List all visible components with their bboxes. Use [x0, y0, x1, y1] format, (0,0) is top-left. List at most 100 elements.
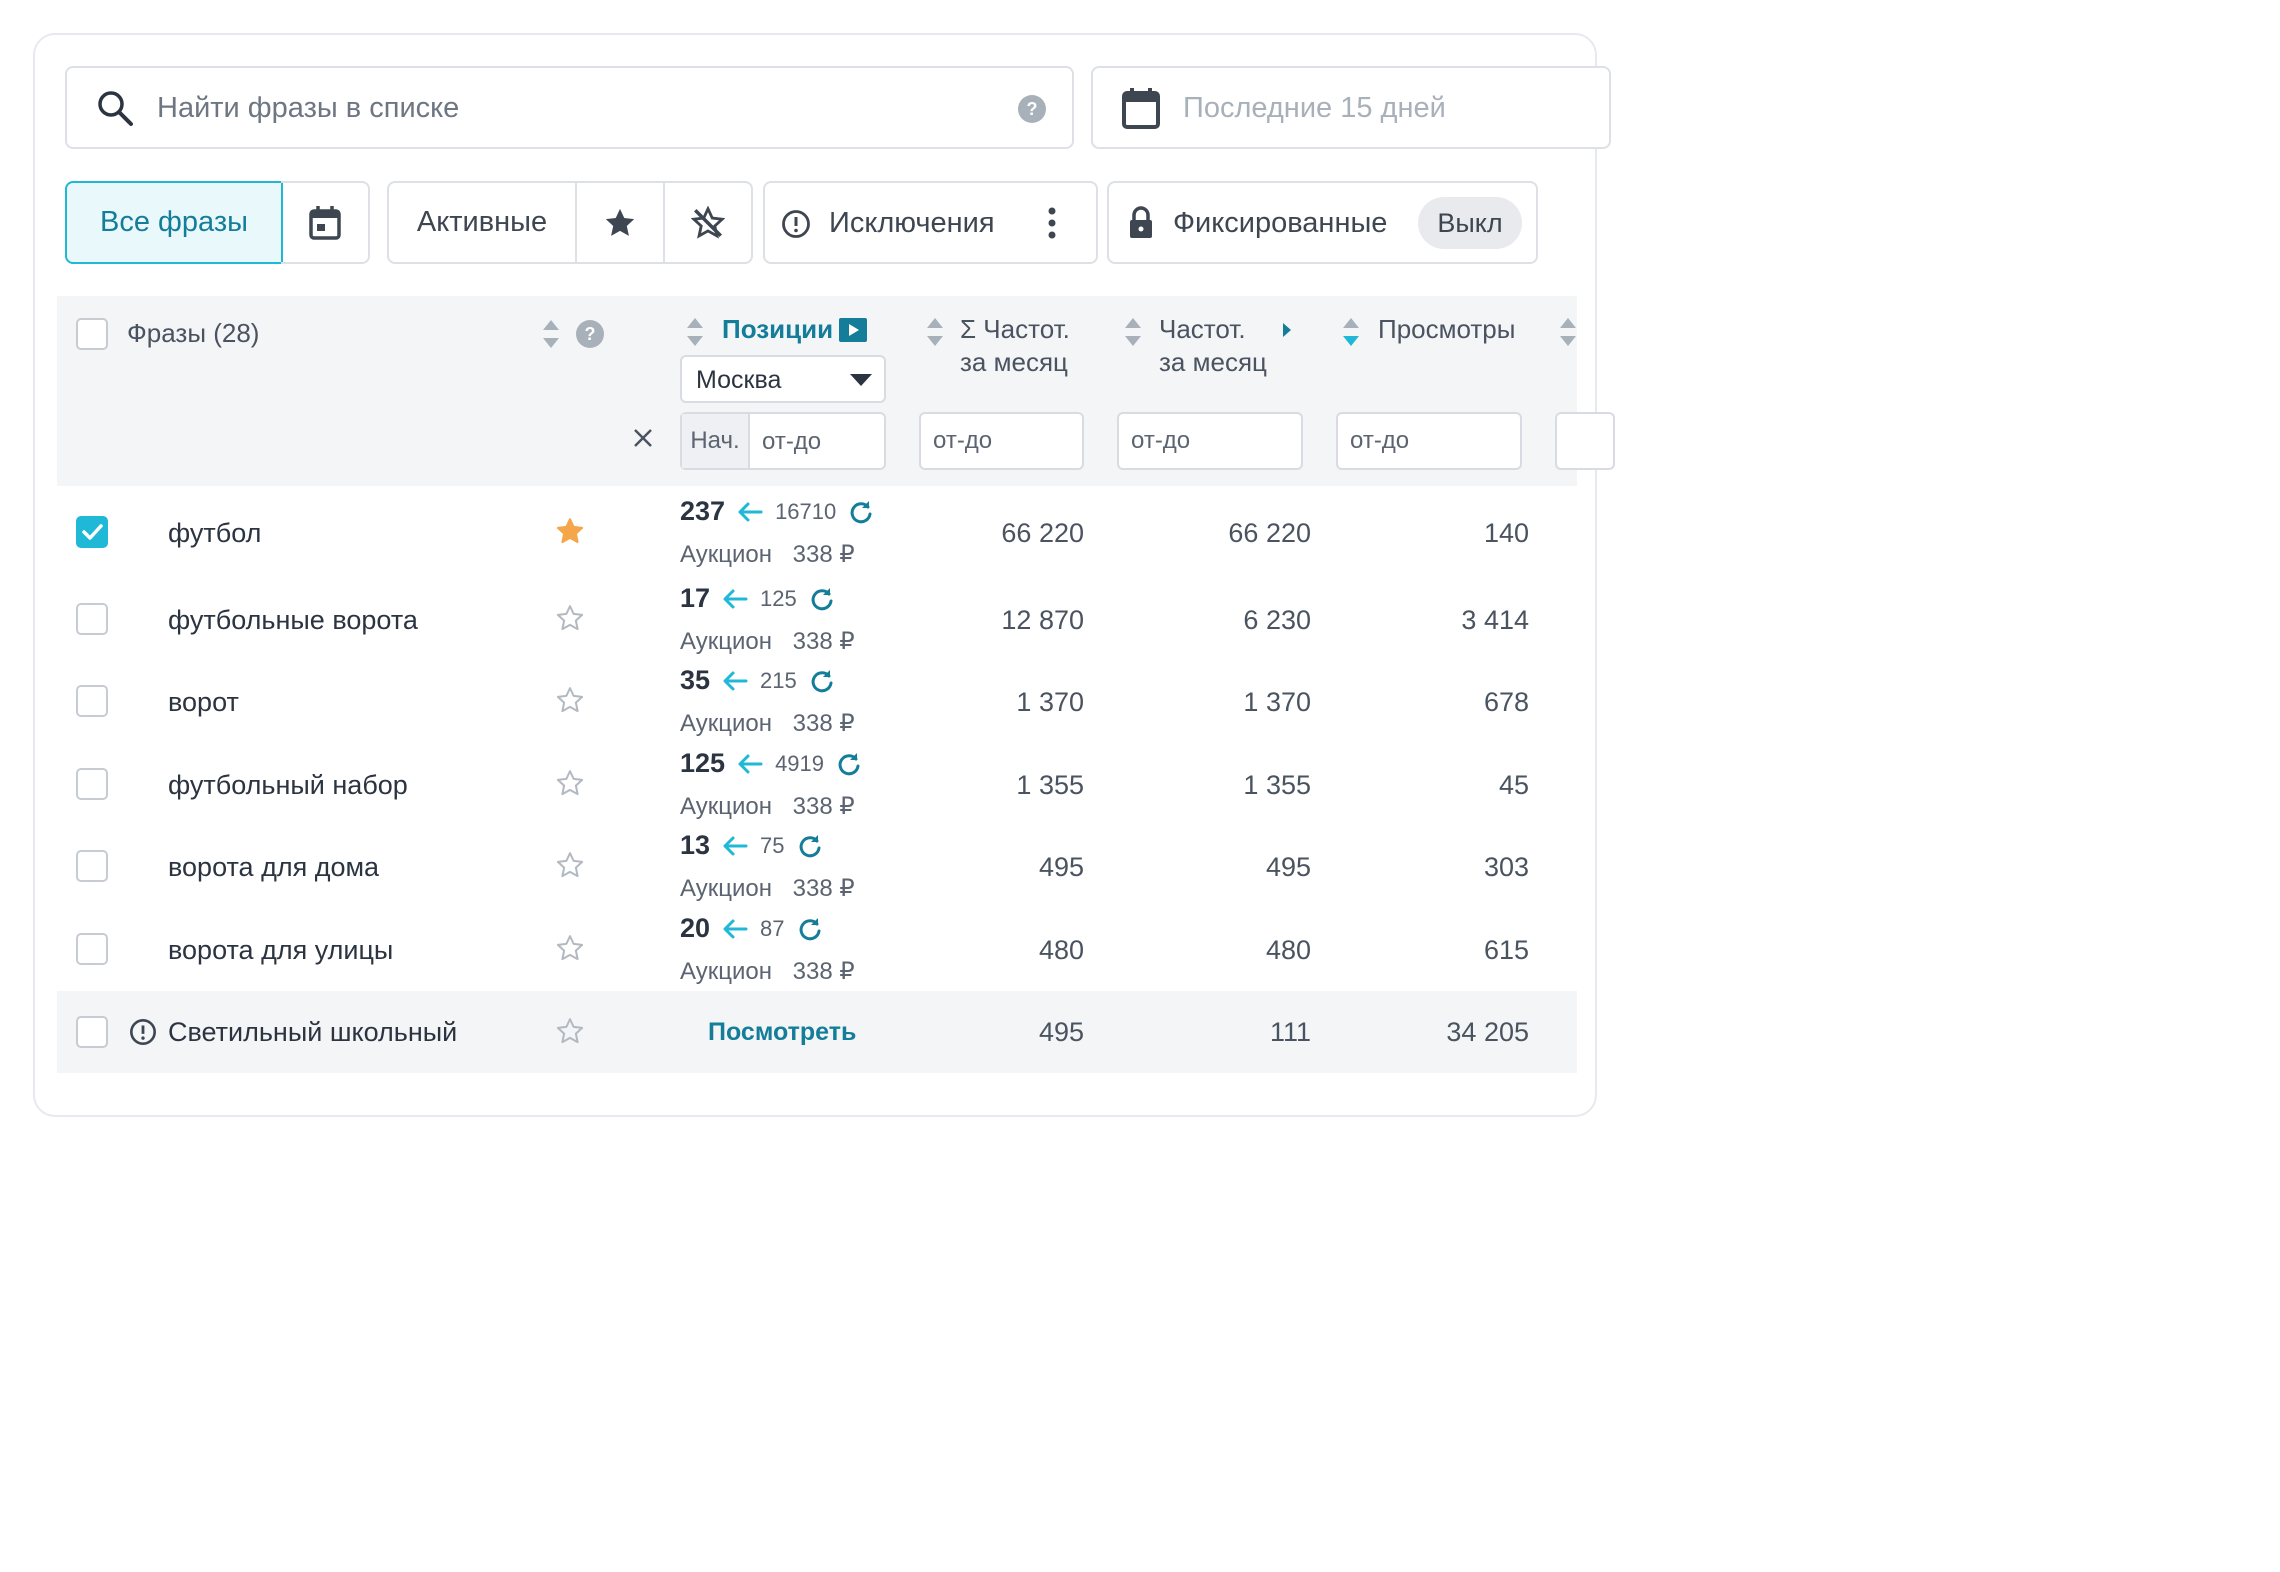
position-value: 13 — [680, 830, 711, 860]
position-cell: 237 16710 — [680, 496, 874, 527]
table-row[interactable]: футбольные ворота 17 125 Аукцион 338 ₽ 1… — [57, 575, 1577, 657]
svg-text:?: ? — [585, 324, 596, 344]
more-vertical-icon[interactable] — [1045, 205, 1059, 241]
freq-header-line1: Частот. — [1159, 314, 1246, 344]
position-value: 20 — [680, 913, 711, 943]
previous-position-value: 87 — [760, 915, 785, 941]
freq-total-range-input[interactable]: от-до — [919, 412, 1084, 470]
star-outline-icon[interactable] — [555, 685, 585, 715]
refresh-icon[interactable] — [809, 586, 835, 612]
sort-icon[interactable] — [1123, 316, 1143, 348]
sort-icon[interactable] — [685, 316, 705, 348]
calendar-filter-button[interactable] — [281, 181, 370, 264]
phrase-text: ворота для дома — [168, 852, 380, 882]
tab-active[interactable]: Активные — [387, 181, 577, 264]
auction-label: Аукцион — [680, 793, 772, 820]
auction-label: Аукцион — [680, 710, 772, 737]
row-checkbox[interactable] — [76, 1016, 108, 1048]
views-value: 34 205 — [1446, 1017, 1529, 1047]
row-checkbox[interactable] — [76, 685, 108, 717]
tab-all-phrases-label: Все фразы — [100, 206, 248, 238]
star-off-icon — [691, 205, 725, 239]
positions-range-filter[interactable]: Нач. от-до — [680, 412, 886, 470]
views-column-header[interactable]: Просмотры — [1378, 313, 1515, 346]
sort-icon[interactable] — [541, 318, 561, 350]
tab-active-label: Активные — [416, 206, 548, 238]
arrow-left-icon — [738, 754, 763, 773]
star-outline-icon[interactable] — [555, 933, 585, 963]
view-link[interactable]: Посмотреть — [708, 1018, 856, 1047]
excluded-row[interactable]: Светильный школьный Посмотреть 495 111 3… — [57, 991, 1577, 1073]
svg-text:?: ? — [1027, 99, 1038, 119]
refresh-icon[interactable] — [809, 668, 835, 694]
alert-icon — [130, 1019, 156, 1045]
row-checkbox[interactable] — [76, 933, 108, 965]
auction-price: 338 ₽ — [792, 541, 855, 568]
freq-total-header-line1: Σ Частот. — [960, 314, 1070, 344]
freq-total-value: 1 355 — [1016, 770, 1084, 800]
freq-total-column-header[interactable]: Σ Частот. за месяц — [960, 313, 1070, 379]
chevron-right-icon[interactable] — [1282, 322, 1292, 338]
views-range-input[interactable]: от-до — [1336, 412, 1522, 470]
clear-filter-icon[interactable] — [632, 427, 654, 449]
freq-total-value: 480 — [1038, 935, 1084, 965]
sort-desc-icon[interactable] — [1341, 316, 1361, 348]
starred-filter-button[interactable] — [575, 181, 665, 264]
freq-header-line2: за месяц — [1159, 347, 1267, 377]
refresh-icon[interactable] — [797, 916, 823, 942]
refresh-icon[interactable] — [836, 751, 862, 777]
tab-exclusions[interactable]: Исключения — [763, 181, 1098, 264]
auction-label: Аукцион — [680, 875, 772, 902]
row-checkbox[interactable] — [76, 603, 108, 635]
next-range-input[interactable] — [1555, 412, 1615, 470]
row-checkbox[interactable] — [76, 516, 108, 548]
phrase-text: футбольные ворота — [168, 605, 418, 635]
row-checkbox[interactable] — [76, 768, 108, 800]
region-select[interactable]: Москва — [680, 355, 886, 403]
views-value: 615 — [1483, 935, 1529, 965]
positions-column-header[interactable]: Позиции — [722, 313, 833, 346]
select-all-checkbox[interactable] — [76, 318, 108, 350]
table-row[interactable]: ворота для дома 13 75 Аукцион 338 ₽ 495 … — [57, 822, 1577, 905]
tab-all-phrases[interactable]: Все фразы — [65, 181, 283, 264]
table-row[interactable]: футбольный набор 125 4919 Аукцион 338 ₽ … — [57, 740, 1577, 822]
table-row[interactable]: футбол 237 16710 Аукцион 338 ₽ 66 220 66… — [57, 488, 1577, 575]
freq-range-input[interactable]: от-до — [1117, 412, 1303, 470]
start-label: Нач. — [682, 414, 750, 468]
help-icon[interactable]: ? — [575, 319, 605, 349]
table-row[interactable]: ворота для улицы 20 87 Аукцион 338 ₽ 480… — [57, 905, 1577, 991]
star-filled-icon[interactable] — [555, 516, 585, 546]
freq-value: 6 230 — [1243, 605, 1311, 635]
star-outline-icon[interactable] — [555, 768, 585, 798]
fixed-toggle[interactable]: Выкл — [1418, 197, 1522, 249]
sort-icon[interactable] — [1558, 316, 1578, 348]
search-input[interactable]: Найти фразы в списке — [157, 92, 459, 125]
freq-total-value: 495 — [1038, 1017, 1084, 1047]
play-icon[interactable] — [839, 318, 867, 342]
phrase-text: ворота для улицы — [168, 935, 394, 965]
freq-value: 1 370 — [1243, 687, 1311, 717]
freq-column-header[interactable]: Частот. за месяц — [1159, 313, 1267, 379]
tab-fixed-label: Фиксированные — [1173, 207, 1388, 239]
positions-range-input[interactable]: от-до — [762, 428, 821, 456]
star-icon — [605, 208, 635, 236]
help-icon[interactable]: ? — [1017, 94, 1047, 124]
unstarred-filter-button[interactable] — [663, 181, 753, 264]
search-field[interactable]: Найти фразы в списке ? — [65, 66, 1074, 149]
auction-label: Аукцион — [680, 958, 772, 985]
tab-fixed[interactable]: Фиксированные Выкл — [1107, 181, 1538, 264]
star-outline-icon[interactable] — [555, 603, 585, 633]
sort-icon[interactable] — [925, 316, 945, 348]
position-cell: 125 4919 — [680, 748, 862, 779]
previous-position-value: 75 — [760, 832, 785, 858]
table-row[interactable]: ворот 35 215 Аукцион 338 ₽ 1 370 1 370 6… — [57, 657, 1577, 740]
row-checkbox[interactable] — [76, 850, 108, 882]
refresh-icon[interactable] — [797, 833, 823, 859]
auction-price: 338 ₽ — [792, 793, 855, 820]
auction-cell: Аукцион 338 ₽ — [680, 627, 855, 656]
date-filter[interactable]: Последние 15 дней — [1091, 66, 1611, 149]
star-outline-icon[interactable] — [555, 1016, 585, 1046]
refresh-icon[interactable] — [848, 499, 874, 525]
star-outline-icon[interactable] — [555, 850, 585, 880]
calendar-icon — [1122, 88, 1160, 129]
